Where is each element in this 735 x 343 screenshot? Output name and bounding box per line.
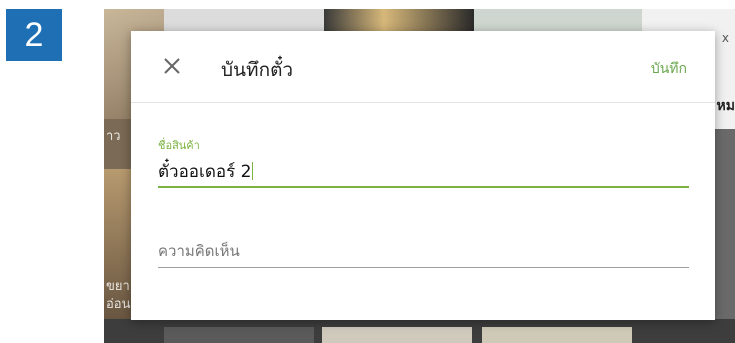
food-image-tile [104, 169, 134, 343]
save-ticket-dialog: บันทึกตั๋ว บันทึก ชื่อสินค้า ตั๋วออเดอร์… [131, 31, 715, 320]
background-label: ขยา อ่อน [106, 278, 131, 311]
background-label: หม [716, 98, 735, 114]
close-icon: x [721, 31, 729, 45]
product-name-label: ชื่อสินค้า [158, 139, 200, 152]
close-icon [164, 58, 180, 74]
text-cursor [252, 162, 254, 180]
save-button[interactable]: บันทึก [651, 58, 687, 80]
product-name-underline [158, 186, 689, 188]
background-label: าว [106, 128, 121, 143]
close-button[interactable] [157, 51, 187, 81]
product-name-value: ตั๋วออเดอร์ 2 [158, 162, 252, 182]
product-name-input[interactable]: ตั๋วออเดอร์ 2 [158, 158, 254, 185]
dialog-title: บันทึกตั๋ว [221, 59, 294, 81]
dialog-header: บันทึกตั๋ว บันทึก [131, 31, 715, 103]
food-image-tile [164, 327, 314, 343]
background-strip [104, 319, 735, 343]
comment-input[interactable]: ความคิดเห็น [158, 239, 240, 263]
food-image-tile [322, 327, 472, 343]
step-number-badge: 2 [6, 9, 62, 61]
comment-underline [158, 267, 689, 268]
food-image-tile [482, 327, 632, 343]
